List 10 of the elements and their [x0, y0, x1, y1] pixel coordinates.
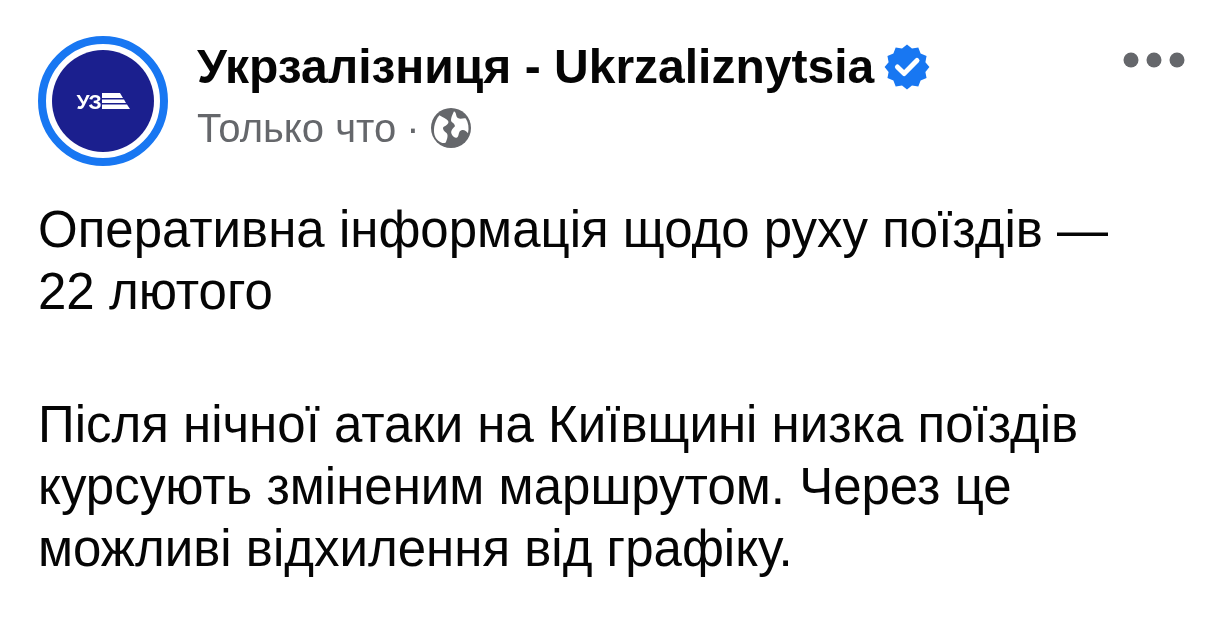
logo-text: УЗ	[76, 90, 101, 112]
avatar[interactable]: УЗ	[38, 36, 168, 166]
post-time[interactable]: Только что	[197, 104, 397, 152]
post-text: Оперативна інформація щодо руху поїздів — 22 лютого	[38, 200, 1109, 322]
page-name[interactable]: Укрзалізниця - Ukrzaliznytsia	[197, 38, 875, 96]
separator: ·	[406, 105, 420, 152]
globe-icon[interactable]	[431, 108, 472, 148]
rail-stripes-icon	[101, 93, 130, 109]
post-text: Після нічної атаки на Київщині низка поїздів курсують зміненим маршрутом. Через це можливі відхилення від графіку.	[38, 395, 1080, 579]
more-icon	[1123, 52, 1185, 68]
